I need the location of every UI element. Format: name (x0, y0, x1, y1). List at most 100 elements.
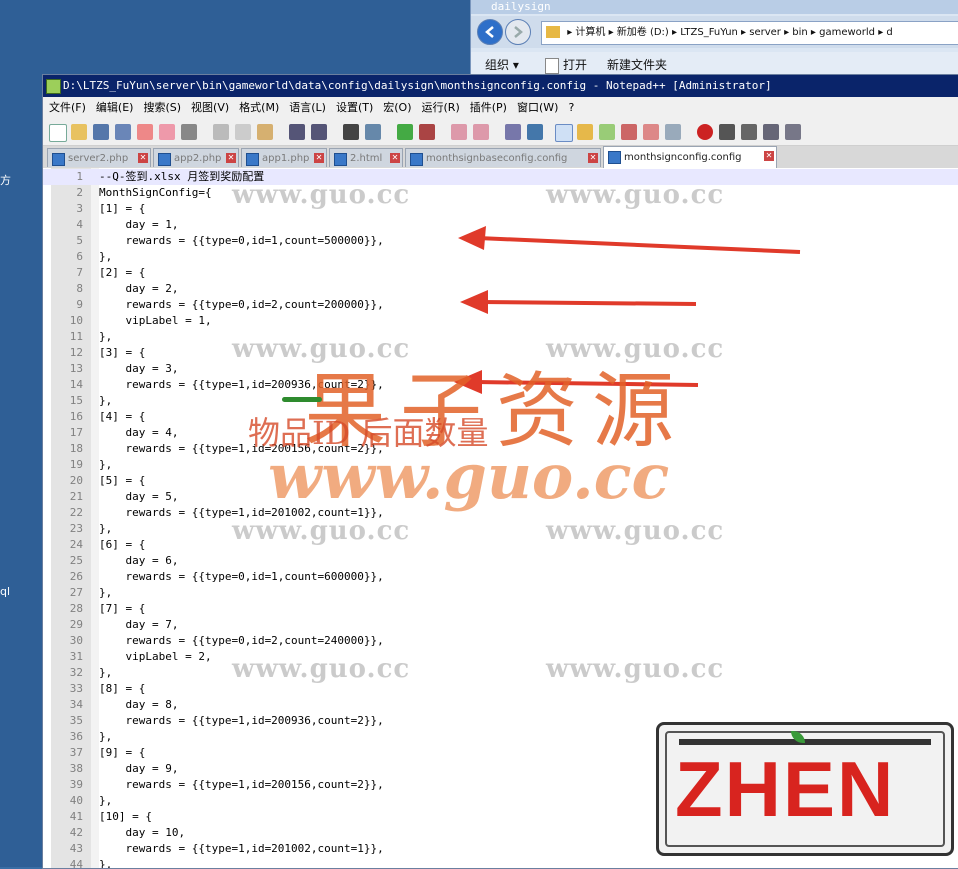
show-all-chars-icon[interactable] (527, 124, 543, 140)
function-list-icon[interactable] (621, 124, 637, 140)
code-text[interactable]: }, (99, 585, 112, 601)
code-line[interactable]: 29 day = 7, (43, 617, 958, 633)
copy-icon[interactable] (235, 124, 251, 140)
user-lang-icon[interactable] (577, 124, 593, 140)
code-text[interactable]: day = 2, (99, 281, 178, 297)
address-breadcrumb[interactable]: ▸ 计算机 ▸ 新加卷 (D:) ▸ LTZS_FuYun ▸ server ▸… (567, 27, 893, 38)
desktop-icon-label[interactable]: ql (0, 585, 10, 598)
paste-icon[interactable] (257, 124, 273, 140)
code-line[interactable]: 26 rewards = {{type=0,id=1,count=600000}… (43, 569, 958, 585)
code-line[interactable]: 24 [6] = { (43, 537, 958, 553)
code-line[interactable]: 27}, (43, 585, 958, 601)
code-text[interactable]: rewards = {{type=0,id=2,count=240000}}, (99, 633, 383, 649)
code-text[interactable]: day = 10, (99, 825, 185, 841)
doc-map-icon[interactable] (599, 124, 615, 140)
code-text[interactable]: day = 4, (99, 425, 178, 441)
new-file-icon[interactable] (49, 124, 67, 142)
code-text[interactable]: }, (99, 249, 112, 265)
tab-server2-php[interactable]: server2.php ✕ (47, 148, 151, 167)
code-text[interactable]: [7] = { (99, 601, 145, 617)
menu-format[interactable]: 格式(M) (233, 97, 283, 119)
close-file-icon[interactable] (137, 124, 153, 140)
monitoring-icon[interactable] (665, 124, 681, 140)
code-text[interactable]: day = 9, (99, 761, 178, 777)
code-line[interactable]: 44}, (43, 857, 958, 868)
code-line[interactable]: 1 --Q-签到.xlsx 月签到奖励配置 (43, 169, 958, 185)
zoom-in-icon[interactable] (397, 124, 413, 140)
code-text[interactable]: [9] = { (99, 745, 145, 761)
code-text[interactable]: [1] = { (99, 201, 145, 217)
cut-icon[interactable] (213, 124, 229, 140)
close-tab-icon[interactable]: ✕ (226, 153, 236, 163)
code-text[interactable]: day = 8, (99, 697, 178, 713)
code-line[interactable]: 33 [8] = { (43, 681, 958, 697)
menu-settings[interactable]: 设置(T) (330, 97, 377, 119)
code-text[interactable]: [3] = { (99, 345, 145, 361)
save-all-icon[interactable] (115, 124, 131, 140)
code-text[interactable]: }, (99, 729, 112, 745)
code-text[interactable]: [5] = { (99, 473, 145, 489)
menu-language[interactable]: 语言(L) (283, 97, 330, 119)
code-line[interactable]: 2 MonthSignConfig={ (43, 185, 958, 201)
window-title-bar[interactable]: D:\LTZS_FuYun\server\bin\gameworld\data\… (43, 75, 958, 97)
code-text[interactable]: MonthSignConfig={ (99, 185, 212, 201)
code-text[interactable]: vipLabel = 2, (99, 649, 211, 665)
code-text[interactable]: day = 7, (99, 617, 178, 633)
menu-edit[interactable]: 编辑(E) (90, 97, 138, 119)
code-text[interactable]: [6] = { (99, 537, 145, 553)
code-text[interactable]: }, (99, 393, 112, 409)
code-text[interactable]: [2] = { (99, 265, 145, 281)
code-line[interactable]: 23}, (43, 521, 958, 537)
code-text[interactable]: rewards = {{type=0,id=1,count=600000}}, (99, 569, 383, 585)
redo-icon[interactable] (311, 124, 327, 140)
code-text[interactable]: day = 1, (99, 217, 178, 233)
close-all-icon[interactable] (159, 124, 175, 140)
code-text[interactable]: }, (99, 793, 112, 809)
code-text[interactable]: [4] = { (99, 409, 145, 425)
desktop-icon-label[interactable]: 方 (0, 172, 11, 188)
tab-app1-php[interactable]: app1.php ✕ (241, 148, 327, 167)
code-text[interactable]: [8] = { (99, 681, 145, 697)
undo-icon[interactable] (289, 124, 305, 140)
menu-window[interactable]: 窗口(W) (511, 97, 562, 119)
menu-macro[interactable]: 宏(O) (377, 97, 415, 119)
menu-help[interactable]: ? (562, 97, 578, 119)
sync-horizontal-icon[interactable] (473, 124, 489, 140)
code-text[interactable]: rewards = {{type=0,id=1,count=500000}}, (99, 233, 383, 249)
replace-icon[interactable] (365, 124, 381, 140)
save-icon[interactable] (93, 124, 109, 140)
folder-workspace-icon[interactable] (643, 124, 659, 140)
code-line[interactable]: 30 rewards = {{type=0,id=2,count=240000}… (43, 633, 958, 649)
menu-file[interactable]: 文件(F) (43, 97, 90, 119)
save-macro-icon[interactable] (785, 124, 801, 140)
code-text[interactable]: vipLabel = 1, (99, 313, 211, 329)
code-line[interactable]: 34 day = 8, (43, 697, 958, 713)
open-file-icon[interactable] (71, 124, 87, 140)
indent-guide-icon[interactable] (555, 124, 573, 142)
code-text[interactable]: }, (99, 665, 112, 681)
close-tab-icon[interactable]: ✕ (314, 153, 324, 163)
word-wrap-icon[interactable] (505, 124, 521, 140)
menu-plugins[interactable]: 插件(P) (464, 97, 511, 119)
tab-app2-php[interactable]: app2.php ✕ (153, 148, 239, 167)
code-line[interactable]: 31 vipLabel = 2, (43, 649, 958, 665)
code-text[interactable]: rewards = {{type=0,id=2,count=200000}}, (99, 297, 383, 313)
close-tab-icon[interactable]: ✕ (138, 153, 148, 163)
close-tab-icon[interactable]: ✕ (764, 151, 774, 161)
code-line[interactable]: 3 [1] = { (43, 201, 958, 217)
code-text[interactable]: [10] = { (99, 809, 152, 825)
code-text[interactable]: rewards = {{type=1,id=201002,count=1}}, (99, 841, 383, 857)
code-line[interactable]: 25 day = 6, (43, 553, 958, 569)
code-line[interactable]: 28 [7] = { (43, 601, 958, 617)
zoom-out-icon[interactable] (419, 124, 435, 140)
code-line[interactable]: 32}, (43, 665, 958, 681)
tab-monthsignconfig[interactable]: monthsignconfig.config ✕ (603, 146, 777, 168)
menu-run[interactable]: 运行(R) (416, 97, 464, 119)
code-text[interactable]: }, (99, 457, 112, 473)
forward-button[interactable] (505, 19, 531, 45)
code-text[interactable]: rewards = {{type=1,id=200936,count=2}}, (99, 713, 383, 729)
run-macro-multiple-icon[interactable] (763, 124, 779, 140)
code-text[interactable]: }, (99, 857, 112, 868)
close-tab-icon[interactable]: ✕ (390, 153, 400, 163)
code-text[interactable]: day = 6, (99, 553, 178, 569)
